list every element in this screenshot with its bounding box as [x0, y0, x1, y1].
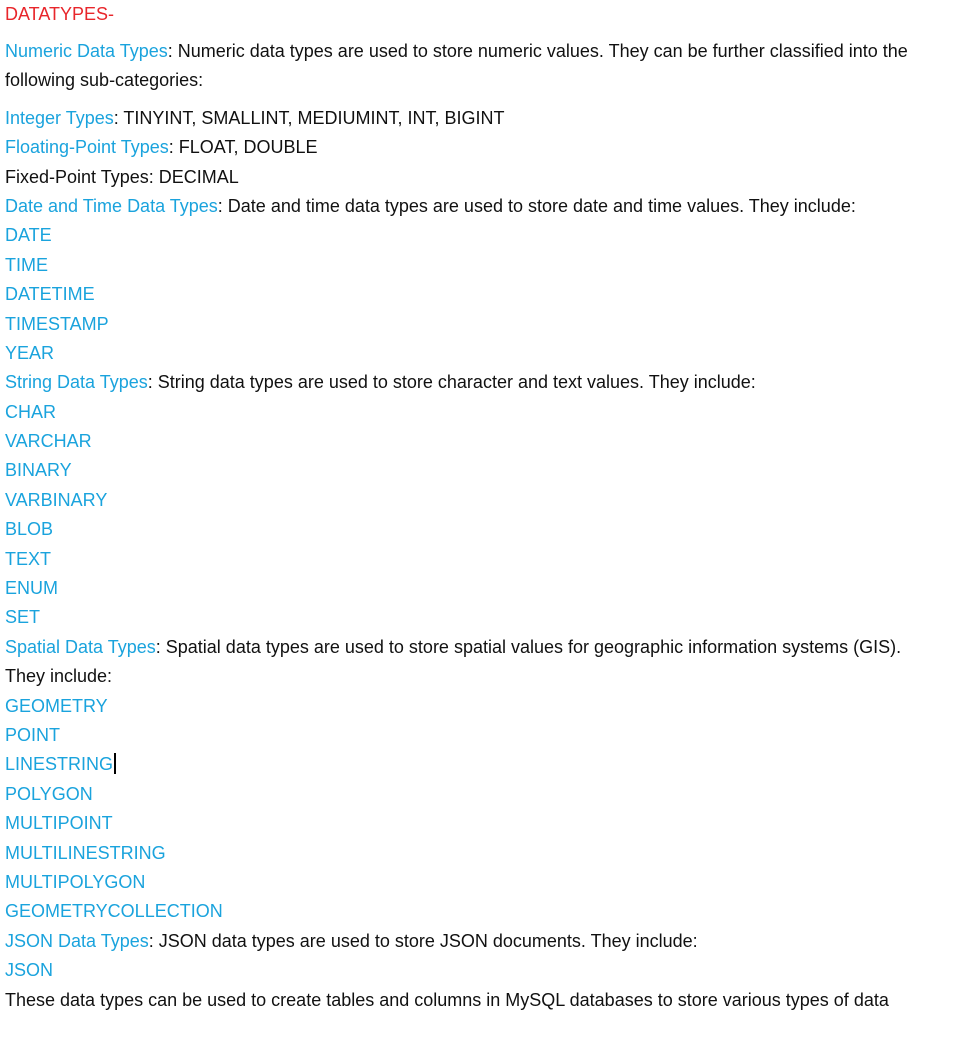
numeric-paragraph-continued: following sub-categories:: [5, 70, 204, 91]
integer-heading: Integer Types: [5, 107, 114, 128]
datetime-item: DATE: [5, 225, 52, 246]
spatial-item: POINT: [5, 724, 61, 745]
spatial-item: MULTILINESTRING: [5, 842, 166, 863]
string-item: BLOB: [5, 519, 54, 540]
datetime-item: DATETIME: [5, 284, 95, 305]
string-item: TEXT: [5, 548, 52, 569]
floating-types-line: Floating-Point Types: FLOAT, DOUBLE: [5, 133, 974, 162]
datetime-item: YEAR: [5, 342, 55, 363]
datetime-heading: Date and Time Data Types: [5, 195, 218, 216]
floating-text: : FLOAT, DOUBLE: [168, 137, 318, 158]
string-item: BINARY: [5, 460, 72, 481]
string-item: SET: [5, 607, 41, 628]
spatial-paragraph: Spatial Data Types: Spatial data types a…: [5, 633, 974, 662]
numeric-text: : Numeric data types are used to store n…: [167, 41, 908, 61]
spatial-item: MULTIPOLYGON: [5, 871, 146, 892]
string-item: CHAR: [5, 401, 57, 422]
document-body[interactable]: DATATYPES- Numeric Data Types: Numeric d…: [0, 0, 974, 1015]
json-text: : JSON data types are used to store JSON…: [148, 930, 698, 951]
json-heading: JSON Data Types: [5, 930, 149, 951]
string-paragraph: String Data Types: String data types are…: [5, 368, 974, 397]
string-item: VARCHAR: [5, 431, 92, 452]
fixed-types-line: Fixed-Point Types: DECIMAL: [5, 166, 239, 187]
json-paragraph: JSON Data Types: JSON data types are use…: [5, 927, 974, 956]
spatial-item: GEOMETRY: [5, 695, 108, 716]
integer-text: : TINYINT, SMALLINT, MEDIUMINT, INT, BIG…: [113, 107, 505, 128]
integer-types-line: Integer Types: TINYINT, SMALLINT, MEDIUM…: [5, 104, 974, 133]
numeric-heading: Numeric Data Types: [5, 41, 168, 61]
document-title: DATATYPES-: [5, 4, 115, 24]
text-cursor: [114, 753, 116, 775]
closing-paragraph: These data types can be used to create t…: [5, 989, 889, 1010]
spatial-item: POLYGON: [5, 783, 93, 804]
spatial-heading: Spatial Data Types: [5, 636, 156, 657]
numeric-paragraph: Numeric Data Types: Numeric data types a…: [5, 37, 974, 66]
spatial-paragraph-continued: They include:: [5, 666, 113, 687]
spatial-item-label: LINESTRING: [5, 754, 114, 775]
string-heading: String Data Types: [5, 372, 148, 393]
string-item: ENUM: [5, 578, 58, 599]
string-text: : String data types are used to store ch…: [147, 372, 756, 393]
spatial-text: : Spatial data types are used to store s…: [155, 636, 902, 657]
floating-heading: Floating-Point Types: [5, 137, 169, 158]
string-item: VARBINARY: [5, 489, 108, 510]
datetime-text: : Date and time data types are used to s…: [217, 195, 856, 216]
datetime-paragraph: Date and Time Data Types: Date and time …: [5, 192, 974, 221]
spatial-item-with-caret[interactable]: LINESTRING: [5, 750, 974, 779]
spatial-item: MULTIPOINT: [5, 813, 113, 834]
json-item: JSON: [5, 960, 54, 981]
spatial-item: GEOMETRYCOLLECTION: [5, 901, 223, 922]
datetime-item: TIMESTAMP: [5, 313, 109, 334]
datetime-item: TIME: [5, 254, 48, 275]
